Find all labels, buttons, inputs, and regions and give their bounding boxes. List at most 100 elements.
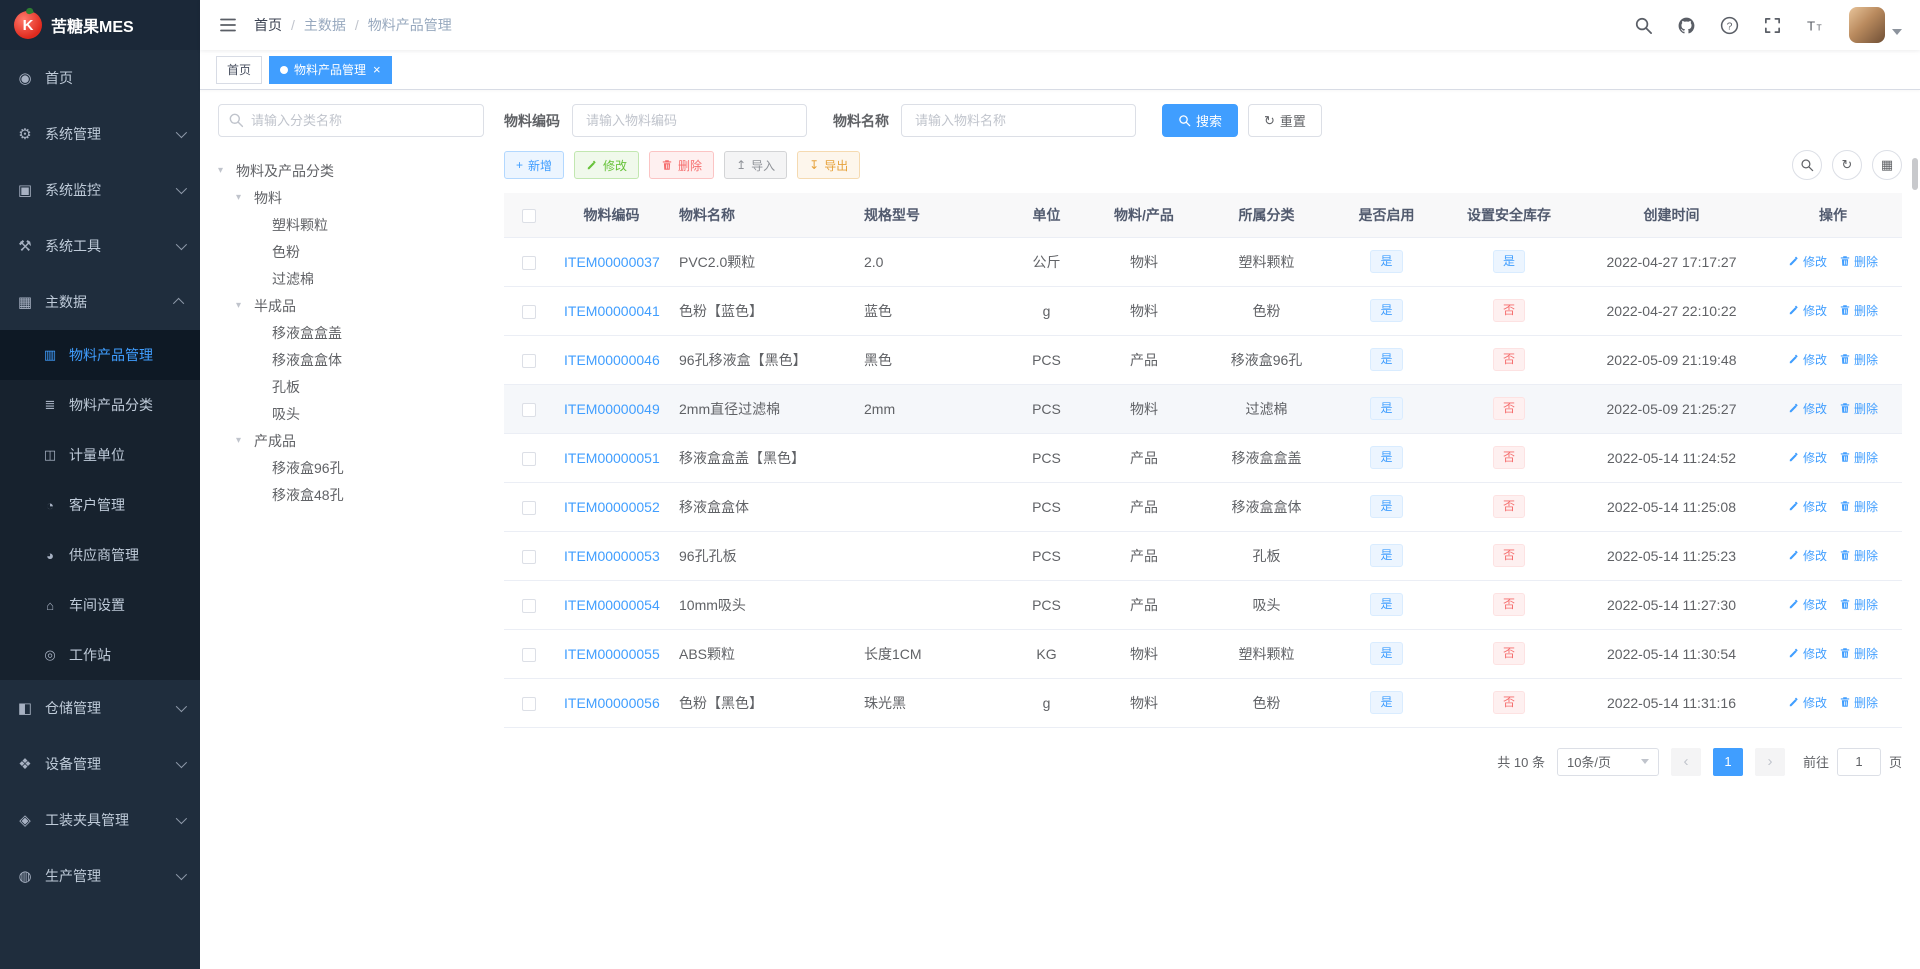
breadcrumb-item[interactable]: 主数据	[304, 15, 346, 35]
material-code-link[interactable]: ITEM00000051	[564, 450, 660, 466]
sidebar-item-supplier-mgmt[interactable]: ◕ 供应商管理	[0, 530, 200, 580]
row-delete-button[interactable]: 删除	[1839, 351, 1878, 368]
row-edit-button[interactable]: 修改	[1788, 547, 1827, 564]
next-page-button[interactable]: ›	[1754, 747, 1785, 776]
material-code-link[interactable]: ITEM00000046	[564, 352, 660, 368]
tree-node[interactable]: 移液盒48孔	[218, 481, 484, 508]
add-button[interactable]: + 新增	[504, 151, 565, 179]
row-edit-button[interactable]: 修改	[1788, 596, 1827, 613]
sidebar-item-fixture-mgmt[interactable]: ◈ 工装夹具管理	[0, 792, 200, 848]
edit-button[interactable]: 修改	[574, 151, 640, 179]
material-code-link[interactable]: ITEM00000041	[564, 303, 660, 319]
search-button[interactable]: 搜索	[1162, 104, 1239, 137]
row-delete-button[interactable]: 删除	[1839, 694, 1878, 711]
sidebar-item-workshop-settings[interactable]: ⌂ 车间设置	[0, 580, 200, 630]
category-search-input[interactable]	[218, 104, 484, 137]
sidebar-item-workstation[interactable]: ◎ 工作站	[0, 630, 200, 680]
tree-node[interactable]: 吸头	[218, 400, 484, 427]
tree-node[interactable]: ▾ 半成品	[218, 292, 484, 319]
row-delete-button[interactable]: 删除	[1839, 498, 1878, 515]
material-name-input[interactable]	[901, 104, 1136, 137]
checkbox[interactable]	[522, 353, 536, 368]
checkbox[interactable]	[522, 549, 536, 564]
checkbox[interactable]	[522, 598, 536, 613]
row-edit-button[interactable]: 修改	[1788, 694, 1827, 711]
delete-button[interactable]: 删除	[649, 151, 715, 179]
row-delete-button[interactable]: 删除	[1839, 645, 1878, 662]
tab-material-product-mgmt[interactable]: 物料产品管理 ×	[269, 55, 392, 84]
sidebar-item-measure-unit[interactable]: ◫ 计量单位	[0, 430, 200, 480]
tab-home[interactable]: 首页	[216, 55, 263, 84]
sidebar-item-master-data[interactable]: ▦ 主数据	[0, 274, 200, 330]
sidebar-item-warehouse-mgmt[interactable]: ◧ 仓储管理	[0, 680, 200, 736]
sidebar-toggle-icon[interactable]	[218, 15, 238, 35]
material-code-link[interactable]: ITEM00000054	[564, 597, 660, 613]
material-code-link[interactable]: ITEM00000055	[564, 646, 660, 662]
tree-node[interactable]: 孔板	[218, 373, 484, 400]
export-button[interactable]: ↧ 导出	[797, 151, 861, 179]
user-menu[interactable]	[1849, 7, 1902, 43]
tree-node[interactable]: ▾ 物料及产品分类	[218, 157, 484, 184]
user-avatar[interactable]	[1849, 7, 1885, 43]
sidebar-item-system-mgmt[interactable]: ⚙ 系统管理	[0, 106, 200, 162]
breadcrumb-item[interactable]: 首页	[254, 15, 282, 35]
checkbox[interactable]	[522, 402, 536, 417]
sidebar-item-material-product-mgmt[interactable]: ▥ 物料产品管理	[0, 330, 200, 380]
checkbox[interactable]	[522, 500, 536, 515]
sidebar-item-customer-mgmt[interactable]: ◔ 客户管理	[0, 480, 200, 530]
github-icon[interactable]	[1677, 16, 1696, 35]
row-delete-button[interactable]: 删除	[1839, 547, 1878, 564]
column-settings-button[interactable]: ▦	[1872, 150, 1902, 180]
tree-node[interactable]: 塑料颗粒	[218, 211, 484, 238]
row-edit-button[interactable]: 修改	[1788, 302, 1827, 319]
page-size-select[interactable]: 10条/页	[1556, 747, 1659, 776]
row-delete-button[interactable]: 删除	[1839, 302, 1878, 319]
font-size-icon[interactable]: TT	[1806, 16, 1825, 35]
row-edit-button[interactable]: 修改	[1788, 449, 1827, 466]
tree-node[interactable]: 移液盒盒体	[218, 346, 484, 373]
row-delete-button[interactable]: 删除	[1839, 253, 1878, 270]
scrollbar-thumb[interactable]	[1912, 158, 1918, 190]
tree-node[interactable]: 移液盒96孔	[218, 454, 484, 481]
fullscreen-icon[interactable]	[1763, 16, 1782, 35]
row-edit-button[interactable]: 修改	[1788, 400, 1827, 417]
material-code-link[interactable]: ITEM00000053	[564, 548, 660, 564]
row-edit-button[interactable]: 修改	[1788, 351, 1827, 368]
tree-node[interactable]: 移液盒盒盖	[218, 319, 484, 346]
material-code-link[interactable]: ITEM00000037	[564, 254, 660, 270]
checkbox[interactable]	[522, 304, 536, 319]
search-icon[interactable]	[1634, 16, 1653, 35]
sidebar-item-system-tools[interactable]: ⚒ 系统工具	[0, 218, 200, 274]
row-edit-button[interactable]: 修改	[1788, 498, 1827, 515]
toggle-search-button[interactable]	[1792, 150, 1822, 180]
sidebar-item-equipment-mgmt[interactable]: ❖ 设备管理	[0, 736, 200, 792]
import-button[interactable]: ↥ 导入	[724, 151, 788, 179]
help-icon[interactable]: ?	[1720, 16, 1739, 35]
tree-node[interactable]: 色粉	[218, 238, 484, 265]
row-edit-button[interactable]: 修改	[1788, 645, 1827, 662]
app-logo[interactable]: K 苦糖果MES	[0, 0, 200, 50]
material-code-link[interactable]: ITEM00000052	[564, 499, 660, 515]
checkbox[interactable]	[522, 696, 536, 711]
sidebar-item-home[interactable]: ◉ 首页	[0, 50, 200, 106]
sidebar-item-system-monitor[interactable]: ▣ 系统监控	[0, 162, 200, 218]
row-delete-button[interactable]: 删除	[1839, 400, 1878, 417]
row-delete-button[interactable]: 删除	[1839, 596, 1878, 613]
goto-page-input[interactable]	[1836, 747, 1881, 776]
reset-button[interactable]: ↻ 重置	[1248, 104, 1322, 137]
sidebar-item-material-product-category[interactable]: ≣ 物料产品分类	[0, 380, 200, 430]
row-edit-button[interactable]: 修改	[1788, 253, 1827, 270]
material-code-input[interactable]	[572, 104, 807, 137]
material-code-link[interactable]: ITEM00000049	[564, 401, 660, 417]
prev-page-button[interactable]: ‹	[1670, 747, 1701, 776]
row-delete-button[interactable]: 删除	[1839, 449, 1878, 466]
checkbox[interactable]	[522, 647, 536, 662]
close-icon[interactable]: ×	[373, 63, 381, 76]
checkbox[interactable]	[522, 255, 536, 270]
tree-node[interactable]: ▾ 产成品	[218, 427, 484, 454]
page-number-button[interactable]: 1	[1712, 747, 1743, 776]
sidebar-item-production-mgmt[interactable]: ◍ 生产管理	[0, 848, 200, 904]
tree-node[interactable]: ▾ 物料	[218, 184, 484, 211]
refresh-button[interactable]: ↻	[1832, 150, 1862, 180]
material-code-link[interactable]: ITEM00000056	[564, 695, 660, 711]
